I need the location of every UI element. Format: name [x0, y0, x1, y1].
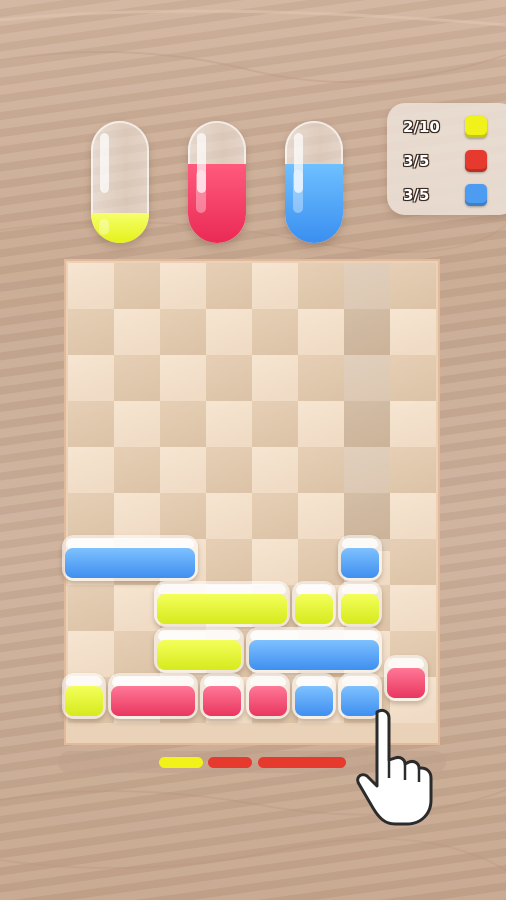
board-cell — [390, 539, 436, 585]
board-cell — [298, 263, 344, 309]
board-cell — [160, 309, 206, 355]
board-cell — [160, 263, 206, 309]
blue-block[interactable] — [246, 627, 382, 673]
board-cell — [252, 263, 298, 309]
goal-row-yellow: 2/10 — [403, 115, 487, 139]
pointing-hand-icon — [356, 708, 433, 826]
yellow-tube-fill — [91, 212, 149, 243]
next-block-red — [208, 757, 252, 768]
goal-row-blue: 3/5 — [403, 183, 487, 207]
blue-block[interactable] — [338, 535, 382, 581]
board-cell — [160, 355, 206, 401]
goal-progress-yellow: 2/10 — [403, 118, 440, 136]
board-cell — [252, 355, 298, 401]
game-screen: 2/10 3/5 3/5 — [0, 0, 506, 900]
board-cell — [114, 263, 160, 309]
board-cell — [298, 447, 344, 493]
board-cell — [68, 355, 114, 401]
board-cell — [68, 401, 114, 447]
board-cell — [68, 447, 114, 493]
next-block-red-long — [258, 757, 346, 768]
board-cell — [68, 493, 114, 539]
board-cell — [160, 401, 206, 447]
board-cell — [68, 585, 114, 631]
board-cell — [390, 585, 436, 631]
goal-progress-blue: 3/5 — [403, 186, 430, 204]
board-cell — [114, 309, 160, 355]
board-cell — [390, 263, 436, 309]
board-cell — [68, 309, 114, 355]
board-cell — [114, 355, 160, 401]
blue-block[interactable] — [292, 673, 336, 719]
board-cell — [206, 263, 252, 309]
board-cell — [160, 447, 206, 493]
board-cell — [390, 447, 436, 493]
board-cell — [114, 493, 160, 539]
yellow-tube — [91, 121, 149, 243]
board-cell — [298, 493, 344, 539]
red-square-icon — [465, 150, 487, 172]
board-cell — [252, 401, 298, 447]
goal-progress-red: 3/5 — [403, 152, 430, 170]
board-cell — [206, 447, 252, 493]
blue-block[interactable] — [62, 535, 198, 581]
board-cell — [252, 539, 298, 585]
board-cell — [206, 355, 252, 401]
next-block-yellow — [159, 757, 203, 768]
board-cell — [252, 309, 298, 355]
red-tube — [188, 121, 246, 243]
red-block[interactable] — [200, 673, 244, 719]
board-cell — [252, 493, 298, 539]
board-cell — [68, 263, 114, 309]
board-cell — [390, 309, 436, 355]
board-cell — [390, 493, 436, 539]
red-block[interactable] — [246, 673, 290, 719]
board-cell — [298, 401, 344, 447]
board-cell — [206, 539, 252, 585]
yellow-block[interactable] — [292, 581, 336, 627]
red-block[interactable] — [108, 673, 198, 719]
yellow-block[interactable] — [154, 581, 290, 627]
blue-tube — [285, 121, 343, 243]
yellow-block[interactable] — [62, 673, 106, 719]
goal-panel: 2/10 3/5 3/5 — [387, 103, 506, 215]
board-cell — [160, 493, 206, 539]
yellow-block[interactable] — [154, 627, 244, 673]
yellow-block[interactable] — [338, 581, 382, 627]
board-cell — [252, 447, 298, 493]
drop-column-highlight — [344, 263, 390, 551]
board-cell — [206, 493, 252, 539]
board-cell — [390, 355, 436, 401]
board-cell — [114, 447, 160, 493]
board-cell — [298, 355, 344, 401]
blue-square-icon — [465, 184, 487, 206]
board-cell — [114, 401, 160, 447]
board-cell — [68, 631, 114, 677]
yellow-square-icon — [465, 116, 487, 138]
board-cell — [206, 309, 252, 355]
board-cell — [390, 401, 436, 447]
board-cell — [298, 309, 344, 355]
board-cell — [206, 401, 252, 447]
goal-row-red: 3/5 — [403, 149, 487, 173]
red-block[interactable] — [384, 654, 428, 701]
game-board[interactable] — [62, 259, 440, 745]
